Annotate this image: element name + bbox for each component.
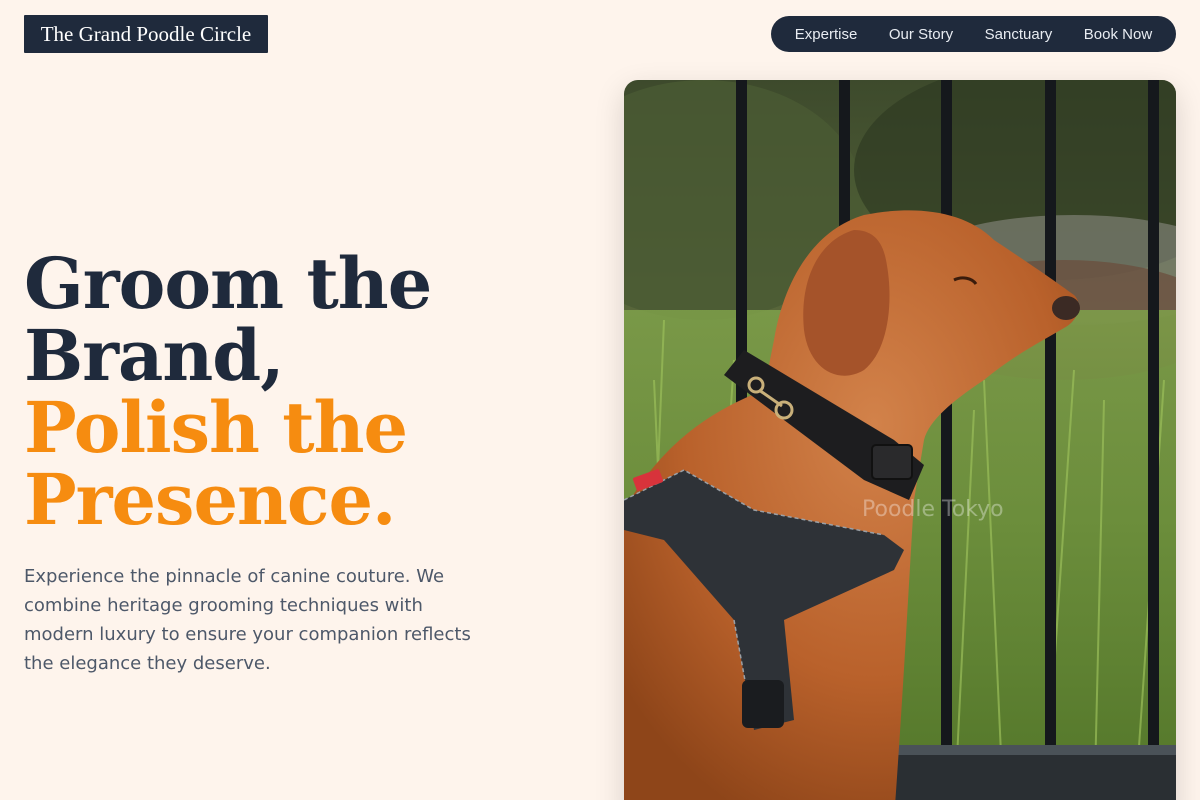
headline-line-4: Presence.	[24, 458, 396, 541]
hero-dog-photo: Poodle Tokyo	[624, 80, 1176, 800]
hero-description: Experience the pinnacle of canine coutur…	[24, 566, 471, 674]
headline-line-3: Polish the	[24, 386, 408, 469]
image-watermark: Poodle Tokyo	[862, 497, 1004, 522]
nav-link-expertise[interactable]: Expertise	[795, 26, 858, 43]
nav-link-sanctuary[interactable]: Sanctuary	[985, 26, 1053, 43]
nav-link-book-now[interactable]: Book Now	[1084, 26, 1152, 43]
main-nav: Expertise Our Story Sanctuary Book Now	[771, 16, 1176, 52]
headline-line-1: Groom the	[24, 242, 432, 325]
brand-logo[interactable]: The Grand Poodle Circle	[24, 15, 268, 53]
nav-link-our-story[interactable]: Our Story	[889, 26, 953, 43]
headline-line-2: Brand,	[24, 314, 285, 397]
hero-headline: Groom the Brand, Polish the Presence.	[24, 248, 584, 536]
